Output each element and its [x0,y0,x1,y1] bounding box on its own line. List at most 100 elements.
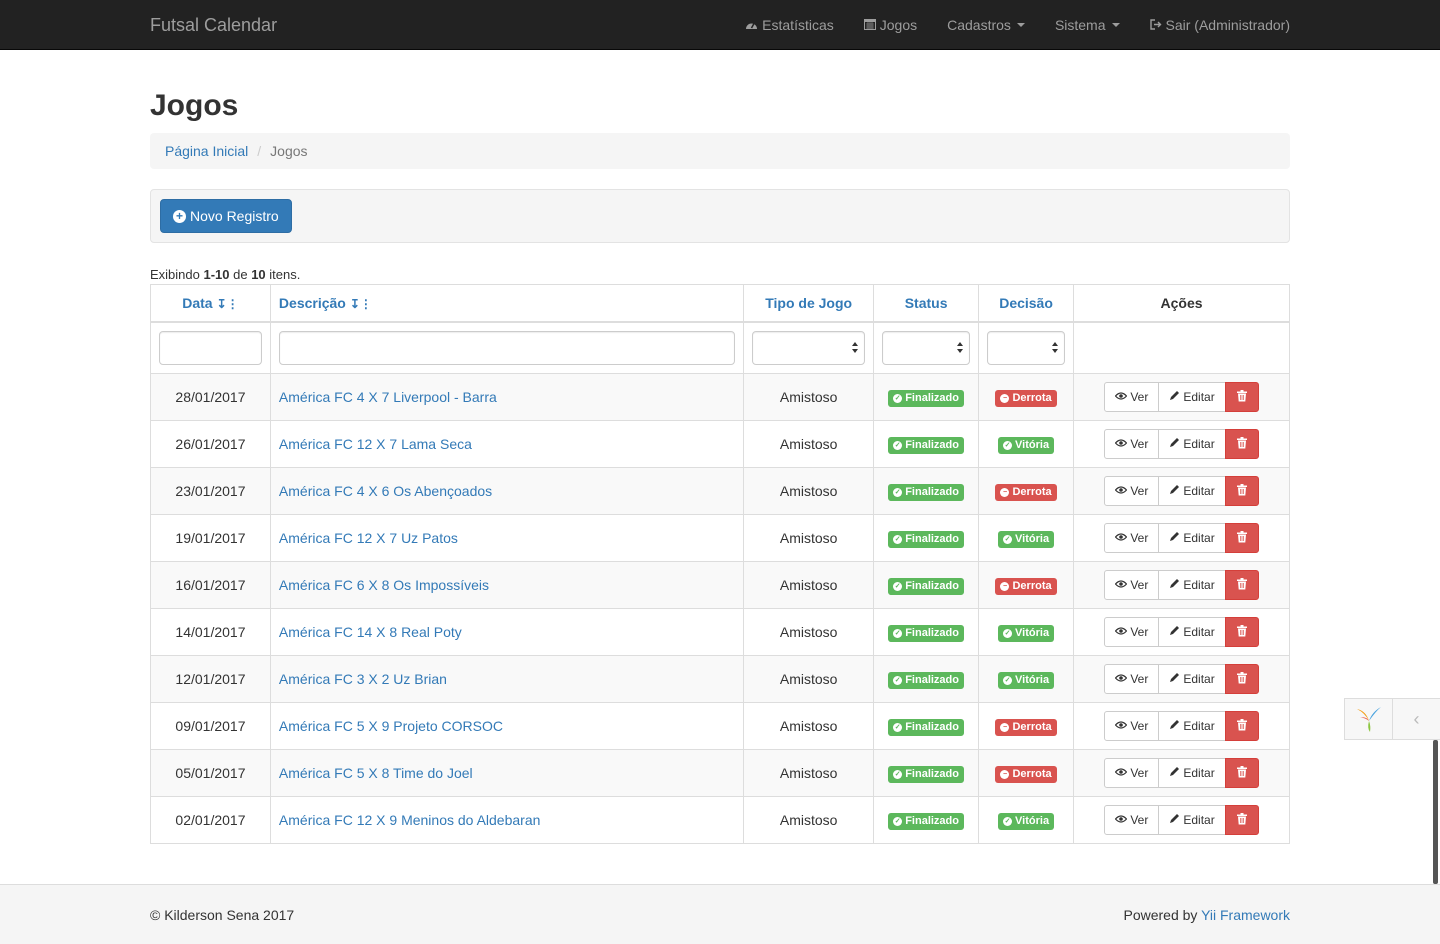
pencil-icon [1169,390,1180,404]
filter-type-select[interactable] [752,330,866,365]
nav-item-label: Sair (Administrador) [1165,17,1290,33]
scrollbar-thumb[interactable] [1433,740,1438,884]
breadcrumb-home-link[interactable]: Página Inicial [165,143,248,159]
view-button[interactable]: Ver [1104,711,1160,741]
nav-item-sair[interactable]: Sair (Administrador) [1135,0,1290,50]
delete-button[interactable] [1224,382,1259,412]
game-description-link[interactable]: América FC 4 X 7 Liverpool - Barra [279,389,497,405]
delete-button[interactable] [1224,711,1259,741]
game-description-link[interactable]: América FC 12 X 9 Meninos do Aldebaran [279,812,540,828]
yii-framework-link[interactable]: Yii Framework [1201,907,1290,923]
chevron-left-icon[interactable]: ‹ [1393,699,1440,739]
edit-button[interactable]: Editar [1158,758,1226,788]
column-header-descricao[interactable]: Descrição ↧⋮ [269,284,745,323]
new-record-button[interactable]: + Novo Registro [160,199,292,233]
table-header-row: Data ↧⋮ Descrição ↧⋮ Tipo de Jogo Status D… [150,284,1290,323]
view-button[interactable]: Ver [1104,382,1160,412]
game-description-link[interactable]: América FC 3 X 2 Uz Brian [279,671,447,687]
footer-copyright: © Kilderson Sena 2017 [150,907,295,923]
pencil-icon [1169,578,1180,592]
nav-item-sistema[interactable]: Sistema [1040,0,1135,50]
status-badge: ✓ Finalizado [888,531,964,548]
view-button[interactable]: Ver [1104,429,1160,459]
pencil-icon [1169,766,1180,780]
filter-decision-select[interactable] [987,330,1066,365]
delete-button[interactable] [1224,617,1259,647]
game-description-link[interactable]: América FC 12 X 7 Uz Patos [279,530,458,546]
status-badge: ✓ Finalizado [888,625,964,642]
view-button[interactable]: Ver [1104,805,1160,835]
delete-button[interactable] [1224,805,1259,835]
game-description-link[interactable]: América FC 6 X 8 Os Impossíveis [279,577,489,593]
game-description-link[interactable]: América FC 5 X 9 Projeto CORSOC [279,718,503,734]
row-actions: Ver Editar [1104,570,1259,600]
column-header-status[interactable]: Status [873,284,980,323]
filter-description-input[interactable] [278,330,736,365]
delete-button[interactable] [1224,523,1259,553]
column-header-data[interactable]: Data ↧⋮ [150,284,271,323]
check-circle-icon: ✓ [1003,676,1013,685]
game-description-link[interactable]: América FC 5 X 8 Time do Joel [279,765,473,781]
view-button[interactable]: Ver [1104,617,1160,647]
delete-button[interactable] [1224,429,1259,459]
game-description-link[interactable]: América FC 12 X 7 Lama Seca [279,436,472,452]
eye-icon [1115,626,1128,638]
delete-button[interactable] [1224,570,1259,600]
row-actions: Ver Editar [1104,476,1259,506]
row-actions: Ver Editar [1104,523,1259,553]
view-button[interactable]: Ver [1104,523,1160,553]
edit-button[interactable]: Editar [1158,664,1226,694]
check-circle-icon: ✓ [893,817,903,826]
breadcrumb-current: Jogos [270,143,308,159]
date-cell: 16/01/2017 [150,561,271,609]
table-row: 23/01/2017 América FC 4 X 6 Os Abençoado… [150,467,1290,515]
column-header-decisao[interactable]: Decisão [978,284,1075,323]
nav-item-jogos[interactable]: Jogos [849,0,932,50]
view-button[interactable]: Ver [1104,570,1160,600]
edit-button[interactable]: Editar [1158,617,1226,647]
view-button[interactable]: Ver [1104,664,1160,694]
pencil-icon [1169,625,1180,639]
nav-item-estatisticas[interactable]: Estatísticas [730,0,849,50]
delete-button[interactable] [1224,664,1259,694]
game-description-link[interactable]: América FC 14 X 8 Real Poty [279,624,462,640]
check-circle-icon: ✓ [893,770,903,779]
edit-button[interactable]: Editar [1158,382,1226,412]
trash-icon [1236,765,1247,781]
game-description-link[interactable]: América FC 4 X 6 Os Abençoados [279,483,492,499]
filter-status-select[interactable] [882,330,971,365]
status-badge: ✓ Finalizado [888,437,964,454]
view-button[interactable]: Ver [1104,758,1160,788]
filter-date-input[interactable] [159,330,262,365]
check-circle-icon: ✓ [893,676,903,685]
date-cell: 26/01/2017 [150,420,271,468]
view-button[interactable]: Ver [1104,476,1160,506]
decision-badge: − Derrota [995,719,1057,736]
edit-button[interactable]: Editar [1158,429,1226,459]
brand-link[interactable]: Futsal Calendar [150,15,277,35]
calendar-icon [863,18,876,32]
minus-circle-icon: − [1000,770,1010,779]
table-row: 14/01/2017 América FC 14 X 8 Real Poty A… [150,608,1290,656]
edit-button[interactable]: Editar [1158,711,1226,741]
table-row: 09/01/2017 América FC 5 X 9 Projeto CORS… [150,702,1290,750]
trash-icon [1236,530,1247,546]
delete-button[interactable] [1224,476,1259,506]
trash-icon [1236,436,1247,452]
yii-logo-icon[interactable] [1345,699,1393,739]
row-actions: Ver Editar [1104,758,1259,788]
edit-button[interactable]: Editar [1158,523,1226,553]
decision-badge: − Derrota [995,390,1057,407]
date-cell: 09/01/2017 [150,702,271,750]
row-actions: Ver Editar [1104,617,1259,647]
column-header-tipo[interactable]: Tipo de Jogo [743,284,875,323]
delete-button[interactable] [1224,758,1259,788]
date-cell: 12/01/2017 [150,655,271,703]
edit-button[interactable]: Editar [1158,570,1226,600]
edit-button[interactable]: Editar [1158,476,1226,506]
nav-item-cadastros[interactable]: Cadastros [932,0,1040,50]
decision-badge: − Derrota [995,484,1057,501]
edit-button[interactable]: Editar [1158,805,1226,835]
eye-icon [1115,720,1128,732]
minus-circle-icon: − [1000,723,1010,732]
